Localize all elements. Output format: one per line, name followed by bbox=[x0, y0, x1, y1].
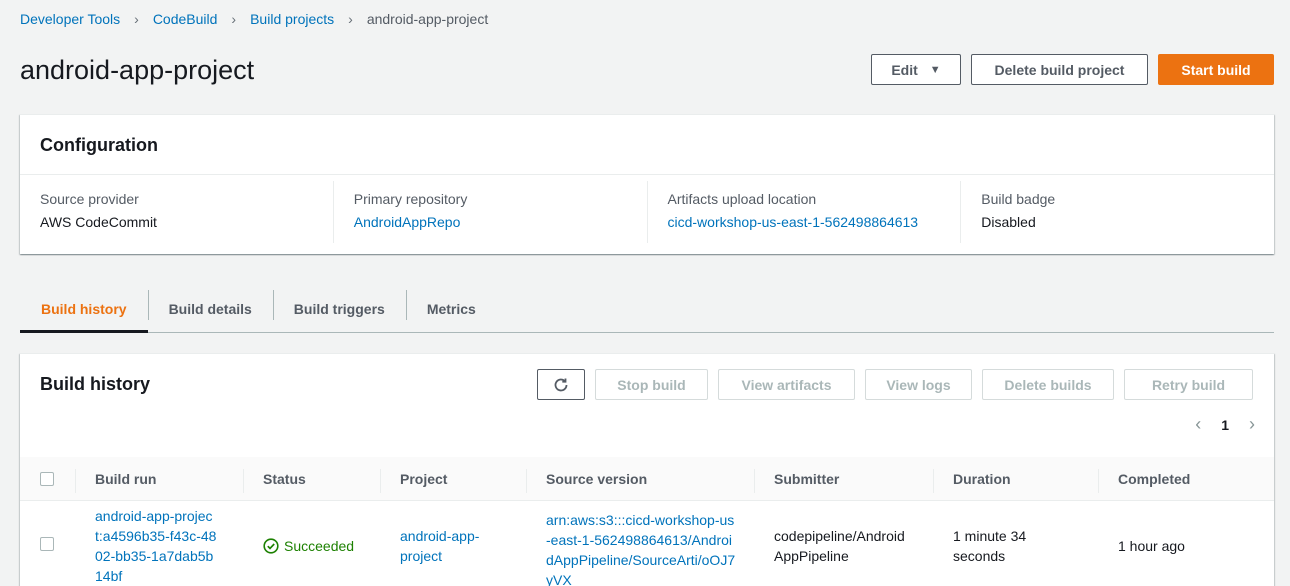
refresh-button[interactable] bbox=[537, 369, 585, 400]
project-cell: android-app-project bbox=[380, 526, 526, 566]
configuration-title: Configuration bbox=[20, 115, 1274, 175]
caret-down-icon: ▼ bbox=[929, 63, 941, 76]
view-artifacts-button[interactable]: View artifacts bbox=[718, 369, 855, 400]
submitter-text: codepipeline/AndroidAppPipeline bbox=[774, 528, 905, 564]
chevron-left-icon[interactable]: ‹ bbox=[1195, 414, 1201, 435]
edit-button-label: Edit bbox=[891, 61, 918, 78]
tab-bar: Build history Build details Build trigge… bbox=[20, 286, 1274, 333]
view-logs-button[interactable]: View logs bbox=[865, 369, 972, 400]
tab-metrics[interactable]: Metrics bbox=[405, 286, 497, 332]
completed-text: 1 hour ago bbox=[1118, 538, 1185, 554]
artifacts-location-link[interactable]: cicd-workshop-us-east-1-562498864613 bbox=[668, 214, 919, 230]
build-history-title: Build history bbox=[40, 374, 151, 394]
chevron-right-icon[interactable]: › bbox=[1249, 414, 1255, 435]
project-link[interactable]: android-app-project bbox=[400, 526, 490, 566]
tab-build-history[interactable]: Build history bbox=[20, 286, 148, 333]
check-circle-icon bbox=[263, 538, 279, 554]
source-version-cell: arn:aws:s3:::cicd-workshop-us-east-1-562… bbox=[526, 502, 754, 586]
row-checkbox[interactable] bbox=[40, 537, 54, 551]
header-actions: Edit ▼ Delete build project Start build bbox=[871, 54, 1274, 85]
config-artifacts-location: Artifacts upload location cicd-workshop-… bbox=[646, 181, 961, 243]
column-header-source-version: Source version bbox=[526, 457, 754, 500]
submitter-cell: codepipeline/AndroidAppPipeline bbox=[754, 526, 933, 566]
config-label: Artifacts upload location bbox=[667, 191, 817, 207]
config-label: Build badge bbox=[981, 191, 1056, 207]
column-header-project: Project bbox=[380, 457, 526, 500]
status-cell: Succeeded bbox=[243, 536, 380, 556]
tab-build-triggers[interactable]: Build triggers bbox=[272, 286, 406, 332]
select-all-cell bbox=[20, 457, 75, 500]
row-select-cell bbox=[20, 536, 75, 556]
status-badge: Succeeded bbox=[263, 536, 380, 556]
build-history-actions: Stop build View artifacts View logs Dele… bbox=[537, 369, 1253, 400]
primary-repository-link[interactable]: AndroidAppRepo bbox=[354, 214, 461, 230]
chevron-right-icon: › bbox=[348, 11, 353, 27]
duration-text: 1 minute 34 seconds bbox=[953, 528, 1027, 564]
build-run-cell: android-app-project:a4596b35-f43c-4802-b… bbox=[75, 506, 243, 586]
completed-cell: 1 hour ago bbox=[1098, 536, 1274, 556]
breadcrumb-current: android-app-project bbox=[366, 11, 489, 27]
stop-build-button[interactable]: Stop build bbox=[595, 369, 708, 400]
build-run-link[interactable]: android-app-project:a4596b35-f43c-4802-b… bbox=[95, 506, 220, 586]
chevron-right-icon: › bbox=[134, 11, 139, 27]
edit-button[interactable]: Edit ▼ bbox=[871, 54, 961, 85]
source-version-link[interactable]: arn:aws:s3:::cicd-workshop-us-east-1-562… bbox=[546, 510, 736, 586]
refresh-icon bbox=[554, 378, 568, 391]
status-text: Succeeded bbox=[284, 538, 355, 554]
config-build-badge: Build badge Disabled bbox=[960, 181, 1274, 243]
delete-build-project-button[interactable]: Delete build project bbox=[971, 54, 1148, 85]
tab-build-details[interactable]: Build details bbox=[147, 286, 273, 332]
table-header: Build run Status Project Source version … bbox=[20, 457, 1274, 501]
current-page[interactable]: 1 bbox=[1221, 417, 1229, 433]
start-build-button[interactable]: Start build bbox=[1158, 54, 1274, 85]
configuration-panel: Configuration Source provider AWS CodeCo… bbox=[20, 114, 1274, 254]
select-all-checkbox[interactable] bbox=[40, 471, 54, 486]
breadcrumb: Developer Tools › CodeBuild › Build proj… bbox=[20, 10, 488, 28]
config-label: Source provider bbox=[40, 191, 139, 207]
column-header-submitter: Submitter bbox=[754, 457, 933, 500]
config-label: Primary repository bbox=[353, 191, 468, 207]
config-value: Disabled bbox=[981, 214, 1036, 230]
column-header-duration: Duration bbox=[933, 457, 1098, 500]
delete-builds-button[interactable]: Delete builds bbox=[982, 369, 1114, 400]
column-header-build-run: Build run bbox=[75, 457, 243, 500]
chevron-right-icon: › bbox=[231, 11, 237, 27]
pagination: ‹ 1 › bbox=[1195, 414, 1255, 435]
config-value: AWS CodeCommit bbox=[40, 214, 157, 230]
config-source-provider: Source provider AWS CodeCommit bbox=[20, 181, 333, 243]
duration-cell: 1 minute 34 seconds bbox=[933, 526, 1098, 566]
column-header-completed: Completed bbox=[1098, 457, 1274, 500]
breadcrumb-build-projects[interactable]: Build projects bbox=[250, 11, 334, 27]
build-history-panel: Build history Stop build View artifacts … bbox=[20, 353, 1274, 586]
breadcrumb-developer-tools[interactable]: Developer Tools bbox=[20, 11, 120, 27]
table-row: android-app-project:a4596b35-f43c-4802-b… bbox=[20, 501, 1274, 586]
column-header-status: Status bbox=[243, 457, 380, 500]
page-title: android-app-project bbox=[20, 55, 255, 85]
retry-build-button[interactable]: Retry build bbox=[1124, 369, 1253, 400]
config-primary-repository: Primary repository AndroidAppRepo bbox=[332, 181, 647, 243]
breadcrumb-codebuild[interactable]: CodeBuild bbox=[153, 11, 218, 27]
